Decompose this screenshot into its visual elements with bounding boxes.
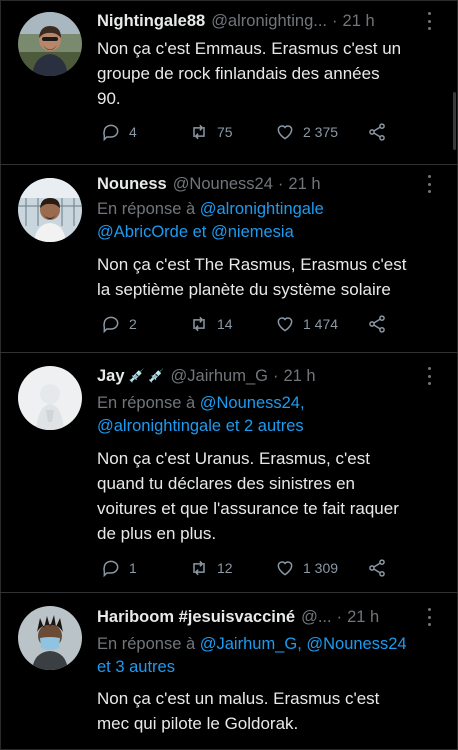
user-handle[interactable]: @Jairhum_G [171,367,268,386]
separator-dot: · [277,174,284,193]
separator-dot: · [332,11,338,30]
mention-link[interactable]: @niemesia [211,223,294,241]
display-name[interactable]: Jay [97,367,125,386]
retweet-count: 12 [217,560,233,576]
reply-button[interactable]: 1 [101,558,137,578]
like-count: 1 474 [303,316,339,332]
like-icon [277,125,293,140]
others-link[interactable]: et 3 autres [97,658,175,676]
like-count: 1 309 [303,560,339,576]
divider [0,352,458,353]
mention-link[interactable]: @Jairhum_G, @Nouness24 [200,635,407,653]
share-icon [369,315,385,333]
reply-count: 4 [129,124,137,140]
reply-icon [103,316,119,334]
tweet-jay[interactable]: Jay 💉 💉 @Jairhum_G · 21 h En réponse à @… [0,354,458,596]
tweet-actions: 1 12 1 309 [97,558,427,582]
reply-context: En réponse à @Jairhum_G, @Nouness24 et 3… [97,633,442,679]
user-handle[interactable]: @... [301,608,332,627]
reply-icon [103,124,119,142]
timestamp[interactable]: 21 h [283,367,315,386]
reply-icon [103,560,119,578]
tweet-text: Non ça c'est Uranus. Erasmus, c'est quan… [97,449,399,543]
tweet-header: Jay 💉 💉 @Jairhum_G · 21 h [97,365,316,387]
retweet-button[interactable]: 75 [189,122,233,142]
like-icon [277,317,293,332]
timestamp[interactable]: 21 h [343,12,375,31]
avatar[interactable] [18,178,82,242]
more-icon[interactable] [426,12,432,30]
display-name[interactable]: Nightingale88 [97,12,205,31]
reply-prefix: En réponse à [97,394,196,412]
like-button[interactable]: 1 309 [275,558,338,578]
tweet-text: Non ça c'est The Rasmus, Erasmus c'est l… [97,255,407,299]
tweet-actions: 2 14 1 474 [97,314,427,338]
reply-button[interactable]: 4 [101,122,137,142]
divider [0,592,458,593]
retweet-count: 75 [217,124,233,140]
divider [0,164,458,165]
retweet-icon [193,124,205,140]
tweet-text: Non ça c'est Emmaus. Erasmus c'est un gr… [97,39,402,108]
display-name[interactable]: Nouness [97,175,167,194]
tweet-nouness[interactable]: Nouness @Nouness24 · 21 h En réponse à @… [0,166,458,356]
user-handle[interactable]: @alronighting... [211,12,327,31]
reply-connector: et [192,223,207,241]
more-icon[interactable] [426,367,432,385]
mention-link[interactable]: @alronightingale [97,417,221,435]
more-icon[interactable] [426,175,432,193]
share-button[interactable] [367,314,387,334]
tweet-text: Non ça c'est un malus. Erasmus c'est mec… [97,689,380,733]
display-name[interactable]: Hariboom #jesuisvacciné [97,608,295,627]
retweet-icon [193,560,205,576]
reply-button[interactable]: 2 [101,314,137,334]
reply-prefix: En réponse à [97,200,196,218]
reply-context: En réponse à @Nouness24, @alronightingal… [97,392,442,438]
separator-dot: · [272,366,279,385]
avatar[interactable] [18,12,82,76]
tweet-header: Nightingale88 @alronighting... · 21 h [97,10,375,32]
tweet-header: Nouness @Nouness24 · 21 h [97,173,321,195]
retweet-button[interactable]: 12 [189,558,233,578]
tweet-hariboom[interactable]: Hariboom #jesuisvacciné @... · 21 h En r… [0,594,458,750]
others-link[interactable]: et 2 autres [226,417,304,435]
timestamp[interactable]: 21 h [347,608,379,627]
reply-prefix: En réponse à [97,635,196,653]
retweet-icon [193,316,205,332]
like-icon [277,561,293,576]
like-button[interactable]: 1 474 [275,314,338,334]
share-icon [369,123,385,141]
avatar[interactable] [18,606,82,670]
tweet-nightingale88[interactable]: Nightingale88 @alronighting... · 21 h No… [0,0,458,168]
timestamp[interactable]: 21 h [288,175,320,194]
retweet-count: 14 [217,316,233,332]
retweet-button[interactable]: 14 [189,314,233,334]
share-button[interactable] [367,558,387,578]
reply-context: En réponse à @alronightingale @AbricOrde… [97,198,442,244]
tweet-actions: 4 75 2 375 [97,122,427,146]
tweet-header: Hariboom #jesuisvacciné @... · 21 h [97,606,379,628]
share-button[interactable] [367,122,387,142]
mention-link[interactable]: @Nouness24, [200,394,305,412]
reply-count: 1 [129,560,137,576]
mention-link[interactable]: @alronightingale [200,200,324,218]
avatar[interactable] [18,366,82,430]
syringe-emoji-icon: 💉 💉 [128,368,165,383]
separator-dot: · [336,607,343,626]
more-icon[interactable] [426,608,432,626]
user-handle[interactable]: @Nouness24 [173,175,273,194]
like-button[interactable]: 2 375 [275,122,338,142]
share-icon [369,559,385,577]
reply-count: 2 [129,316,137,332]
mention-link[interactable]: @AbricOrde [97,223,188,241]
like-count: 2 375 [303,124,339,140]
